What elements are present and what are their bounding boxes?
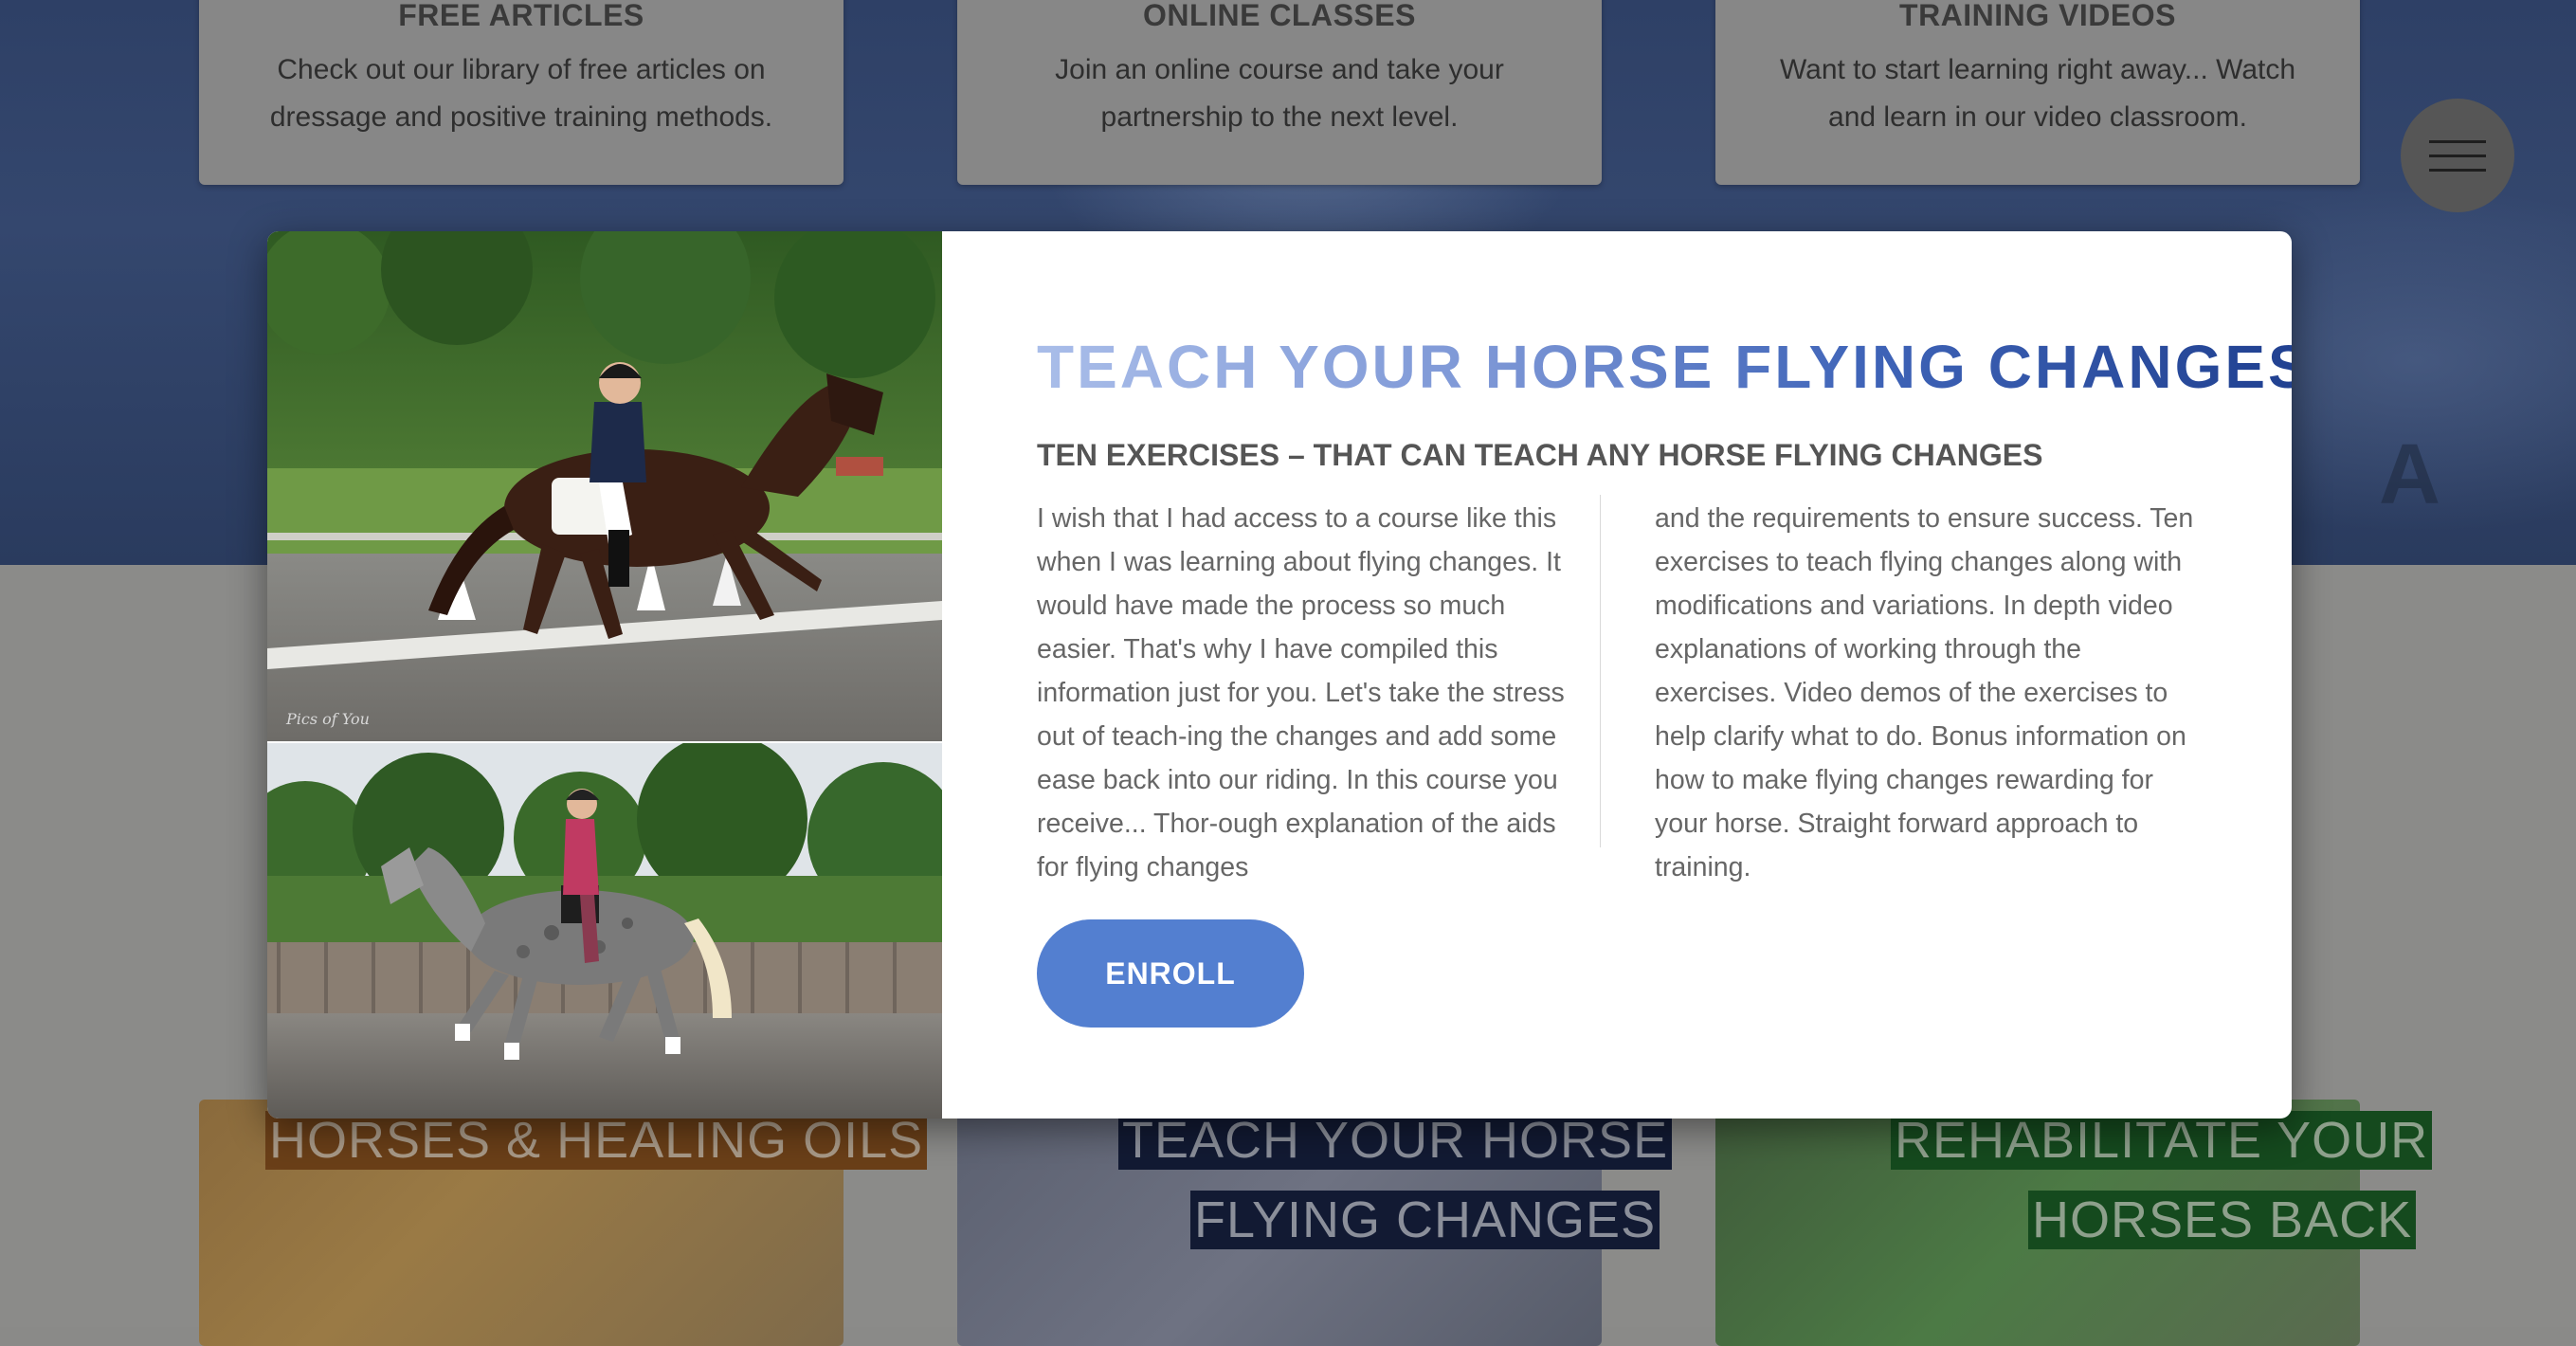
svg-text:Pics of You: Pics of You — [285, 710, 370, 728]
course-label-rehabilitate-line1: REHABILITATE YOUR — [1891, 1111, 2433, 1170]
course-label-flying-changes-line1: TEACH YOUR HORSE — [1118, 1111, 1673, 1170]
course-description-column-1: I wish that I had access to a course lik… — [1037, 503, 1565, 882]
hamburger-menu-icon — [2429, 154, 2486, 157]
hero-background-letter: A — [2379, 427, 2440, 522]
horse-photo-dark-bay: Pics of You — [267, 231, 942, 741]
hamburger-menu-icon — [2429, 139, 2486, 143]
feature-card-online-classes[interactable]: ONLINE CLASSES Join an online course and… — [957, 0, 1602, 185]
menu-button[interactable] — [2401, 99, 2514, 212]
feature-title: FREE ARTICLES — [398, 0, 644, 32]
modal-subtitle: TEN EXERCISES – THAT CAN TEACH ANY HORSE… — [1037, 438, 2043, 472]
enroll-button[interactable]: ENROLL — [1037, 919, 1304, 1028]
feature-title: ONLINE CLASSES — [1143, 0, 1416, 32]
horse-photo-grey — [267, 743, 942, 1119]
feature-card-free-articles[interactable]: FREE ARTICLES Check out our library of f… — [199, 0, 844, 185]
feature-text: Want to start learning right away... Wat… — [1779, 54, 2296, 133]
feature-text: Join an online course and take your part… — [1055, 54, 1504, 133]
modal-title: TEACH YOUR HORSE FLYING CHANGES — [1037, 332, 2292, 402]
column-divider — [1600, 495, 1601, 847]
course-modal: Pics of You TEACH YOUR HORSE FLYING CHAN… — [267, 231, 2292, 1119]
course-label-healing-oils: HORSES & HEALING OILS — [265, 1111, 928, 1170]
feature-card-training-videos[interactable]: TRAINING VIDEOS Want to start learning r… — [1715, 0, 2360, 185]
course-label-rehabilitate-line2: HORSES BACK — [2028, 1191, 2417, 1249]
course-description-column-2: and the requirements to ensure success. … — [1655, 503, 2194, 882]
modal-image-column: Pics of You — [267, 231, 942, 1119]
hamburger-menu-icon — [2429, 168, 2486, 172]
feature-title: TRAINING VIDEOS — [1899, 0, 2176, 32]
feature-text: Check out our library of free articles o… — [269, 54, 773, 133]
course-label-flying-changes-line2: FLYING CHANGES — [1190, 1191, 1660, 1249]
